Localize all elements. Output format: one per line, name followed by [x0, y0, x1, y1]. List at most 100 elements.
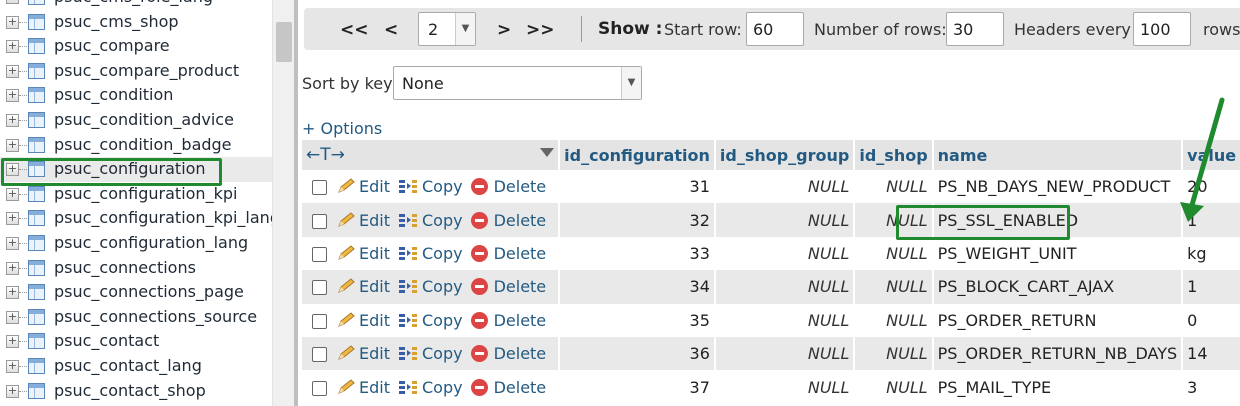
- copy-action[interactable]: Copy: [398, 211, 471, 230]
- number-of-rows-input[interactable]: 30: [946, 12, 1004, 46]
- sidebar-table-label[interactable]: psuc_condition_advice: [54, 108, 234, 133]
- copy-link[interactable]: Copy: [422, 378, 463, 397]
- expand-icon[interactable]: +: [6, 64, 19, 78]
- cell-id-shop[interactable]: NULL: [855, 303, 934, 337]
- delete-action[interactable]: Delete: [470, 378, 555, 397]
- row-checkbox[interactable]: [312, 280, 327, 296]
- cell-id-configuration[interactable]: 31: [560, 170, 716, 204]
- edit-action[interactable]: Edit: [337, 244, 398, 263]
- sidebar-table-label[interactable]: psuc_condition: [54, 83, 173, 108]
- copy-link[interactable]: Copy: [422, 311, 463, 330]
- expand-icon[interactable]: +: [6, 40, 19, 54]
- edit-link[interactable]: Edit: [359, 211, 390, 230]
- cell-id-shop-group[interactable]: NULL: [715, 170, 856, 204]
- cell-id-shop[interactable]: NULL: [855, 170, 934, 204]
- sidebar-table-label[interactable]: psuc_configuration_kpi_lang: [54, 206, 272, 231]
- delete-action[interactable]: Delete: [470, 344, 555, 363]
- copy-link[interactable]: Copy: [422, 177, 463, 196]
- sidebar-table-item[interactable]: + psuc_compare: [0, 34, 272, 59]
- row-checkbox[interactable]: [312, 246, 327, 262]
- column-menu-icon[interactable]: [540, 148, 555, 157]
- sidebar-table-item[interactable]: + psuc_configuration_kpi_lang: [0, 206, 272, 231]
- expand-icon[interactable]: +: [6, 0, 19, 4]
- edit-action[interactable]: Edit: [337, 311, 398, 330]
- expand-icon[interactable]: +: [6, 113, 19, 127]
- expand-icon[interactable]: +: [6, 359, 19, 373]
- column-header-id-configuration[interactable]: id_configuration: [560, 140, 716, 170]
- sidebar-table-label[interactable]: psuc_contact: [54, 329, 159, 354]
- delete-action[interactable]: Delete: [470, 311, 555, 330]
- delete-link[interactable]: Delete: [494, 378, 547, 397]
- row-checkbox[interactable]: [312, 180, 327, 196]
- sidebar-table-label[interactable]: psuc_contact_shop: [54, 379, 206, 404]
- cell-value[interactable]: 14: [1183, 336, 1240, 371]
- sidebar-table-item[interactable]: + psuc_connections: [0, 256, 272, 281]
- cell-value[interactable]: 3: [1183, 370, 1240, 404]
- expand-icon[interactable]: +: [6, 15, 19, 29]
- cell-id-shop[interactable]: NULL: [855, 270, 934, 304]
- cell-name[interactable]: PS_MAIL_TYPE: [933, 370, 1184, 404]
- copy-action[interactable]: Copy: [398, 311, 471, 330]
- sidebar-table-item[interactable]: + psuc_contact_lang: [0, 354, 272, 379]
- cell-id-configuration[interactable]: 36: [560, 336, 716, 371]
- page-select[interactable]: 2 ▼: [418, 12, 476, 46]
- delete-link[interactable]: Delete: [494, 211, 547, 230]
- delete-link[interactable]: Delete: [494, 244, 547, 263]
- cell-value[interactable]: 0: [1183, 303, 1240, 337]
- edit-action[interactable]: Edit: [337, 211, 398, 230]
- cell-id-configuration[interactable]: 35: [560, 303, 716, 337]
- copy-link[interactable]: Copy: [422, 277, 463, 296]
- edit-action[interactable]: Edit: [337, 277, 398, 296]
- sidebar-table-label[interactable]: psuc_cms_role_lang: [54, 0, 213, 10]
- copy-link[interactable]: Copy: [422, 344, 463, 363]
- delete-action[interactable]: Delete: [470, 244, 555, 263]
- cell-id-configuration[interactable]: 37: [560, 370, 716, 404]
- cell-id-shop[interactable]: NULL: [855, 370, 934, 404]
- expand-icon[interactable]: +: [6, 138, 19, 152]
- sidebar-table-label[interactable]: psuc_contact_lang: [54, 354, 202, 379]
- copy-link[interactable]: Copy: [422, 211, 463, 230]
- expand-icon[interactable]: +: [6, 335, 19, 349]
- delete-link[interactable]: Delete: [494, 177, 547, 196]
- sidebar-table-item[interactable]: + psuc_contact: [0, 329, 272, 354]
- cell-id-shop[interactable]: NULL: [855, 236, 934, 271]
- cell-name[interactable]: PS_NB_DAYS_NEW_PRODUCT: [933, 170, 1184, 204]
- expand-icon[interactable]: +: [6, 286, 19, 300]
- cell-id-shop-group[interactable]: NULL: [715, 203, 856, 237]
- cell-value[interactable]: kg: [1183, 236, 1240, 271]
- cell-name[interactable]: PS_BLOCK_CART_AJAX: [933, 270, 1184, 304]
- sidebar-table-item[interactable]: + psuc_cms_shop: [0, 10, 272, 35]
- sidebar-scrollbar[interactable]: [272, 0, 294, 406]
- copy-action[interactable]: Copy: [398, 244, 471, 263]
- cell-id-shop-group[interactable]: NULL: [715, 236, 856, 271]
- delete-link[interactable]: Delete: [494, 344, 547, 363]
- cell-id-shop-group[interactable]: NULL: [715, 303, 856, 337]
- cell-id-shop-group[interactable]: NULL: [715, 336, 856, 371]
- cell-name[interactable]: PS_WEIGHT_UNIT: [933, 236, 1184, 271]
- sidebar-table-label[interactable]: psuc_compare_product: [54, 59, 239, 84]
- cell-id-configuration[interactable]: 34: [560, 270, 716, 304]
- sidebar-table-item[interactable]: + psuc_contact_shop: [0, 379, 272, 404]
- next-page-button[interactable]: >: [497, 20, 511, 40]
- options-link[interactable]: + Options: [302, 119, 382, 138]
- expand-icon[interactable]: +: [6, 310, 19, 324]
- edit-link[interactable]: Edit: [359, 311, 390, 330]
- headers-every-input[interactable]: 100: [1133, 12, 1191, 46]
- sidebar-table-item[interactable]: + psuc_condition_badge: [0, 133, 272, 158]
- expand-icon[interactable]: +: [6, 89, 19, 103]
- edit-link[interactable]: Edit: [359, 177, 390, 196]
- sidebar-table-label[interactable]: psuc_connections_source: [54, 305, 257, 330]
- sidebar-table-item[interactable]: + psuc_cms_role_lang: [0, 0, 272, 10]
- sidebar-table-item[interactable]: + psuc_configuration_lang: [0, 231, 272, 256]
- row-checkbox[interactable]: [312, 347, 327, 363]
- sidebar-table-item[interactable]: + psuc_compare_product: [0, 59, 272, 84]
- sidebar-table-label[interactable]: psuc_condition_badge: [54, 133, 232, 158]
- column-arrows[interactable]: ←T→: [306, 145, 345, 165]
- column-header-id-shop[interactable]: id_shop: [855, 140, 934, 170]
- sidebar-table-item[interactable]: + psuc_connections_source: [0, 305, 272, 330]
- column-arrows-header[interactable]: ←T→: [302, 140, 561, 170]
- last-page-button[interactable]: >>: [526, 20, 555, 40]
- sidebar-table-label[interactable]: psuc_cms_shop: [54, 10, 179, 35]
- copy-action[interactable]: Copy: [398, 344, 471, 363]
- prev-page-button[interactable]: <: [384, 20, 398, 40]
